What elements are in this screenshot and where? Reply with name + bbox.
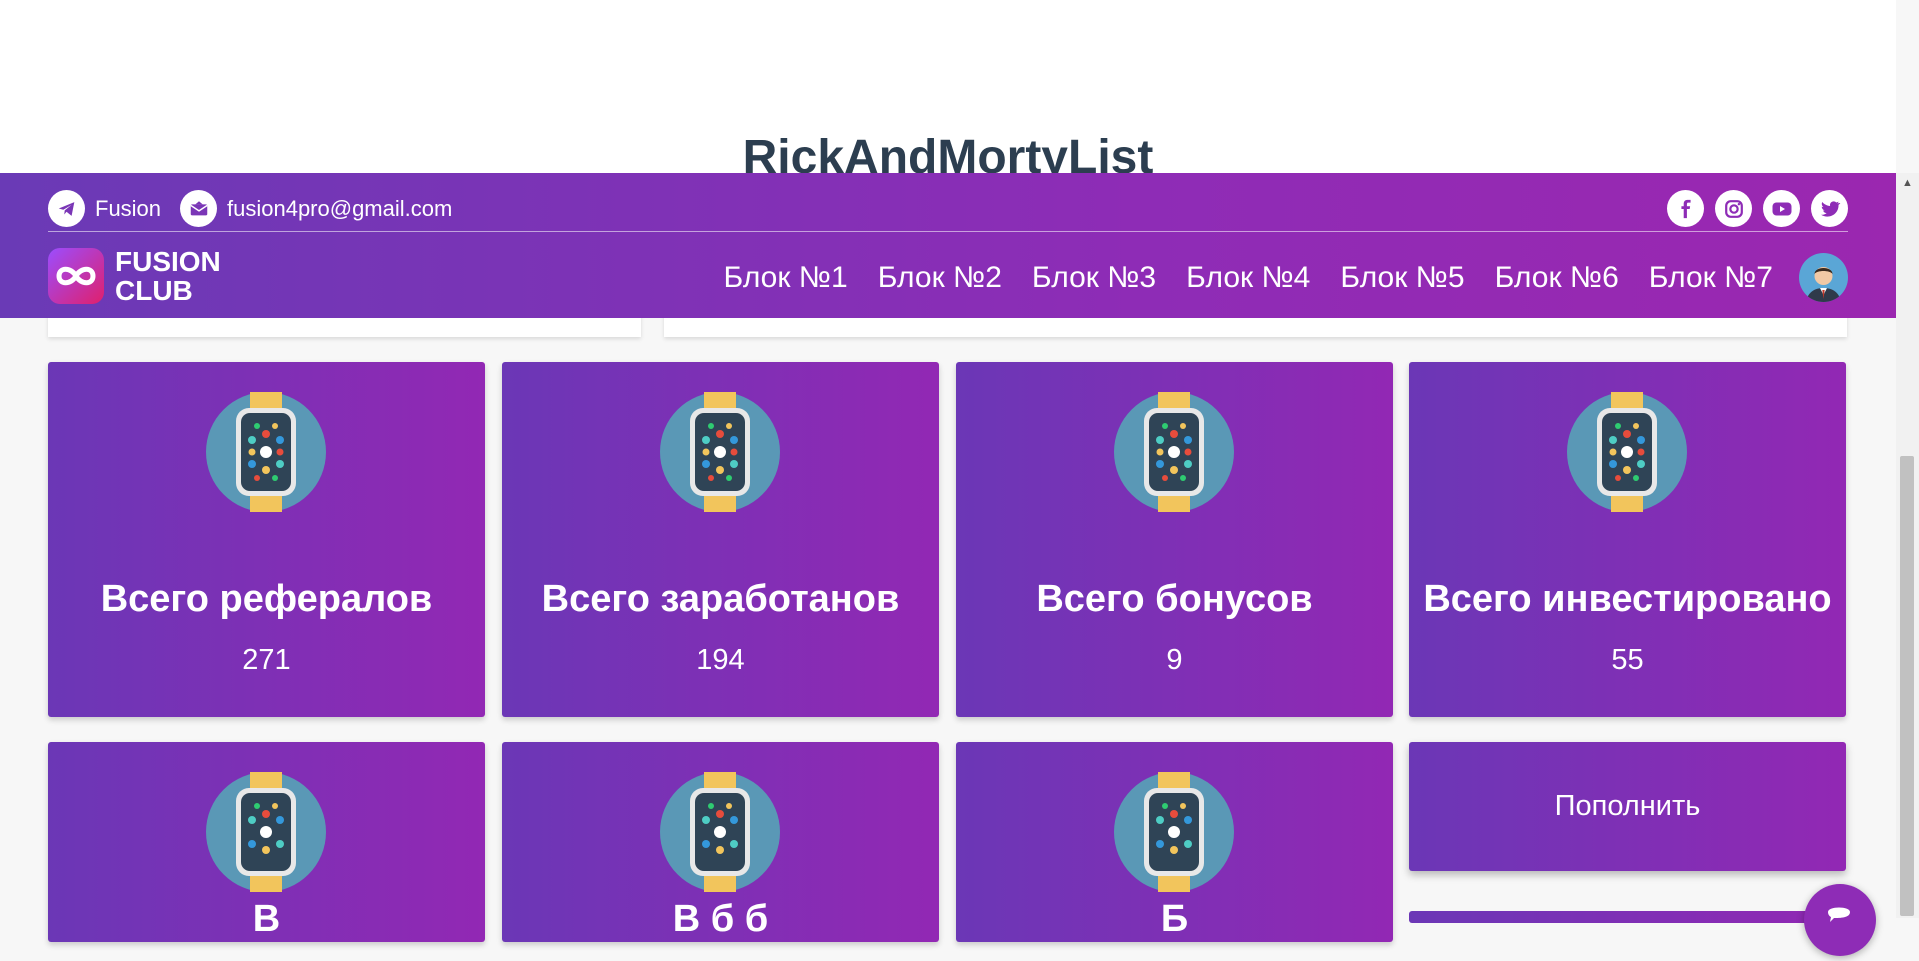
stat-title: Всего бонусов	[1036, 577, 1313, 620]
scroll-up-arrow-icon[interactable]: ▲	[1896, 177, 1919, 189]
stat-card-invested: Всего инвестировано 55	[1409, 362, 1846, 717]
stat-card-row2-2: В б б	[502, 742, 939, 942]
stat-value: 271	[242, 644, 291, 676]
nav-block-7[interactable]: Блок №7	[1649, 258, 1773, 298]
site-logo[interactable]: FUSION CLUB	[48, 247, 221, 305]
smartwatch-icon	[206, 772, 326, 892]
smartwatch-icon	[1114, 772, 1234, 892]
logo-line-2: CLUB	[115, 275, 193, 306]
chat-icon	[1828, 907, 1850, 922]
user-avatar[interactable]	[1799, 253, 1848, 302]
smartwatch-icon	[660, 392, 780, 512]
stat-title: В б б	[672, 898, 769, 940]
next-card-edge	[1409, 911, 1846, 923]
twitter-icon[interactable]	[1811, 190, 1848, 227]
stat-card-earned: Всего заработанов 194	[502, 362, 939, 717]
smartwatch-icon	[206, 392, 326, 512]
social-links	[1667, 190, 1848, 227]
nav-block-5[interactable]: Блок №5	[1340, 258, 1464, 298]
logo-text: FUSION CLUB	[115, 247, 221, 305]
stat-title: Всего заработанов	[541, 577, 900, 620]
stat-title: Всего инвестировано	[1423, 577, 1832, 620]
site-header: Fusion fusion4pro@gmail.com FUSION CLUB …	[0, 173, 1896, 318]
email-icon	[180, 190, 217, 227]
stat-value: 194	[696, 644, 745, 676]
facebook-icon[interactable]	[1667, 190, 1704, 227]
smartwatch-icon	[1114, 392, 1234, 512]
header-contact-bar: Fusion fusion4pro@gmail.com	[48, 185, 1848, 232]
infinity-logo-icon	[48, 248, 104, 304]
nav-block-6[interactable]: Блок №6	[1495, 258, 1619, 298]
logo-line-1: FUSION	[115, 246, 221, 277]
nav-block-2[interactable]: Блок №2	[878, 258, 1002, 298]
stat-title: Б	[1160, 898, 1189, 940]
email-contact[interactable]: fusion4pro@gmail.com	[180, 190, 452, 227]
telegram-label: Fusion	[95, 195, 162, 221]
top-up-button[interactable]: Пополнить	[1409, 742, 1846, 871]
instagram-icon[interactable]	[1715, 190, 1752, 227]
stat-card-referrals: Всего рефералов 271	[48, 362, 485, 717]
youtube-icon[interactable]	[1763, 190, 1800, 227]
telegram-contact[interactable]: Fusion	[48, 190, 161, 227]
scrollbar[interactable]: ▲	[1896, 173, 1919, 918]
stat-value: 9	[1166, 644, 1183, 676]
stat-card-bonuses: Всего бонусов 9	[956, 362, 1393, 717]
nav-block-3[interactable]: Блок №3	[1032, 258, 1156, 298]
stat-card-row2-1: В	[48, 742, 485, 942]
stat-card-row2-3: Б	[956, 742, 1393, 942]
main-nav: Блок №1 Блок №2 Блок №3 Блок №4 Блок №5 …	[693, 253, 1848, 302]
smartwatch-icon	[660, 772, 780, 892]
telegram-icon	[48, 190, 85, 227]
nav-block-1[interactable]: Блок №1	[723, 258, 847, 298]
scroll-thumb[interactable]	[1900, 456, 1914, 916]
nav-block-4[interactable]: Блок №4	[1186, 258, 1310, 298]
stat-value: 55	[1611, 644, 1644, 676]
email-label: fusion4pro@gmail.com	[227, 195, 453, 221]
smartwatch-icon	[1567, 392, 1687, 512]
stat-title: В	[252, 898, 281, 940]
chat-button[interactable]	[1804, 884, 1876, 956]
stat-title: Всего рефералов	[100, 577, 433, 620]
